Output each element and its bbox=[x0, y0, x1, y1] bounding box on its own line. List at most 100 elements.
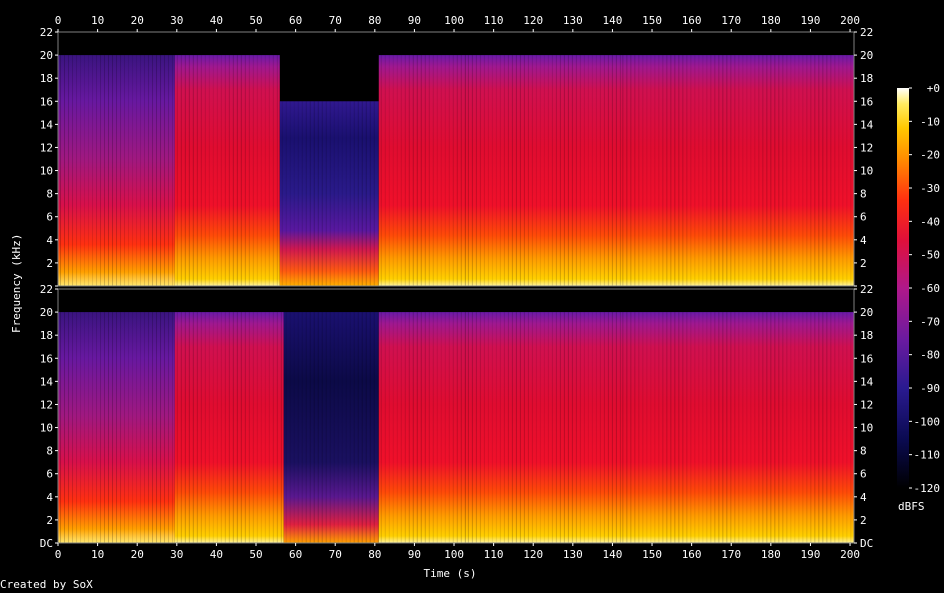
colorbar-tick-label: -50 bbox=[920, 249, 940, 262]
spectrum-streak bbox=[762, 55, 764, 286]
y-tick-label: 8 bbox=[46, 445, 53, 458]
spectrum-streak bbox=[507, 312, 509, 543]
x-tick-label: 200 bbox=[840, 548, 860, 561]
spectrum-streak bbox=[591, 55, 593, 286]
spectrum-streak bbox=[136, 312, 137, 543]
y-tick-label: 16 bbox=[860, 352, 873, 365]
spectrum-streak bbox=[84, 55, 85, 286]
spectrum-streak bbox=[100, 55, 101, 286]
spectrum-streak bbox=[428, 312, 430, 543]
spectrum-streak bbox=[778, 55, 780, 286]
x-tick-label: 80 bbox=[368, 548, 381, 561]
spectrum-streak bbox=[746, 55, 748, 286]
spectrum-streak bbox=[188, 55, 190, 286]
y-tick-label: 18 bbox=[40, 72, 53, 85]
spectrum-streak bbox=[333, 312, 335, 543]
spectrum-streak bbox=[690, 55, 692, 286]
spectrum-streak bbox=[212, 312, 214, 543]
spectrum-streak bbox=[842, 55, 844, 286]
y-tick-label: 20 bbox=[40, 49, 53, 62]
spectrum-streak bbox=[369, 312, 371, 543]
spectrum-streak bbox=[349, 312, 351, 543]
spectrum-streak bbox=[726, 312, 728, 543]
spectrum-streak bbox=[361, 312, 363, 543]
spectrum-streak bbox=[424, 55, 426, 286]
spectrum-streak bbox=[479, 312, 481, 543]
spectrum-streak bbox=[412, 55, 414, 286]
spectrum-streak bbox=[404, 55, 406, 286]
spectrum-streak bbox=[384, 312, 386, 543]
spectrum-streak bbox=[196, 55, 198, 286]
spectrum-streak bbox=[224, 312, 226, 543]
y-tick-label: 16 bbox=[40, 352, 53, 365]
spectrum-streak bbox=[674, 55, 676, 286]
spectrum-streak bbox=[272, 55, 274, 286]
y-tick-label: 6 bbox=[860, 468, 867, 481]
spectrum-streak bbox=[293, 312, 295, 543]
spectrogram-figure: 2 24 46 68 810 1012 1214 1416 1618 1820 2022 22DC DC… bbox=[40, 14, 941, 561]
spectrum-streak bbox=[353, 101, 355, 286]
spectrum-streak bbox=[297, 312, 299, 543]
spectrum-streak bbox=[325, 101, 327, 286]
spectrum-streak bbox=[487, 55, 489, 286]
spectrum-streak bbox=[734, 312, 736, 543]
spectrum-streak bbox=[268, 55, 270, 286]
spectrum-streak bbox=[555, 55, 557, 286]
spectrum-streak bbox=[802, 312, 804, 543]
spectrum-streak bbox=[440, 312, 442, 543]
spectrum-streak bbox=[519, 312, 521, 543]
spectrum-streak bbox=[180, 312, 182, 543]
spectrum-streak bbox=[563, 55, 565, 286]
spectrum-streak bbox=[467, 312, 469, 543]
x-tick-label: 0 bbox=[55, 14, 62, 27]
x-tick-label: 0 bbox=[55, 548, 62, 561]
spectrum-streak bbox=[276, 55, 278, 286]
colorbar-tick-label: -110 bbox=[914, 449, 941, 462]
spectrum-streak bbox=[276, 312, 278, 543]
spectrum-streak bbox=[782, 312, 784, 543]
spectrum-streak bbox=[204, 312, 206, 543]
spectrum-streak bbox=[408, 312, 410, 543]
y-tick-label: 18 bbox=[40, 329, 53, 342]
spectrum-streak bbox=[329, 312, 331, 543]
spectrum-streak bbox=[60, 55, 61, 286]
spectrum-streak bbox=[746, 312, 748, 543]
y-tick-label: 4 bbox=[860, 491, 867, 504]
spectrum-streak bbox=[404, 312, 406, 543]
spectrum-streak bbox=[507, 55, 509, 286]
spectrum-streak bbox=[814, 55, 816, 286]
spectrum-streak bbox=[244, 312, 246, 543]
spectrum-streak bbox=[846, 312, 848, 543]
spectrum-streak bbox=[527, 312, 529, 543]
spectrum-streak bbox=[428, 55, 430, 286]
spectrum-streak bbox=[380, 55, 382, 286]
y-tick-label: 22 bbox=[860, 283, 873, 296]
spectrum-streak bbox=[515, 312, 517, 543]
x-tick-label: 30 bbox=[170, 14, 183, 27]
spectrum-streak bbox=[634, 55, 636, 286]
spectrum-streak bbox=[475, 312, 477, 543]
spectrum-streak bbox=[742, 55, 744, 286]
y-tick-label: 2 bbox=[860, 514, 867, 527]
spectrum-streak bbox=[72, 312, 73, 543]
y-tick-label: 6 bbox=[860, 211, 867, 224]
y-tick-label: 22 bbox=[40, 26, 53, 39]
spectrum-streak bbox=[353, 312, 355, 543]
y-tick-label: 16 bbox=[860, 95, 873, 108]
spectrum-streak bbox=[551, 55, 553, 286]
spectrum-streak bbox=[329, 101, 331, 286]
spectrum-streak bbox=[686, 312, 688, 543]
spectrum-streak bbox=[714, 312, 716, 543]
spectrum-streak bbox=[642, 312, 644, 543]
spectrum-streak bbox=[658, 312, 660, 543]
spectrum-streak bbox=[244, 55, 246, 286]
spectrum-streak bbox=[678, 312, 680, 543]
x-tick-label: 170 bbox=[721, 548, 741, 561]
spectrum-streak bbox=[702, 312, 704, 543]
x-tick-label: 160 bbox=[682, 14, 702, 27]
spectrum-streak bbox=[148, 312, 149, 543]
spectrum-streak bbox=[626, 55, 628, 286]
spectrum-streak bbox=[377, 101, 379, 286]
x-tick-label: 120 bbox=[523, 548, 543, 561]
spectrum-streak bbox=[630, 55, 632, 286]
